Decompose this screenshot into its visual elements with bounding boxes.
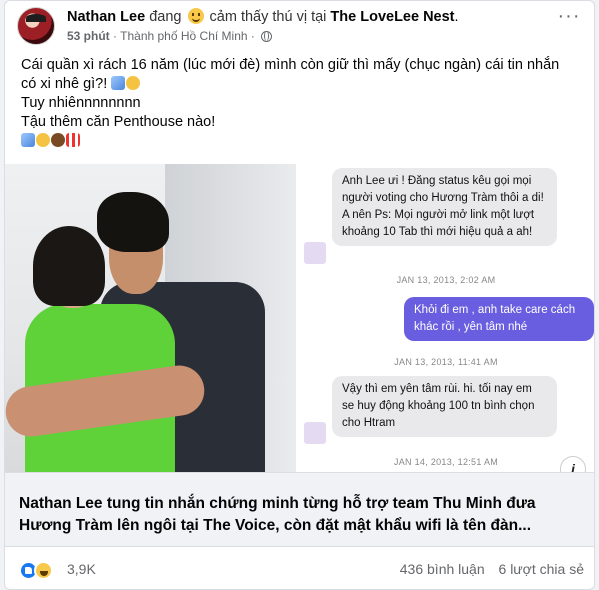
chat-message-in: Vậy thì em yên tâm rùi. hi. tối nay em s… [332,376,557,437]
share-count[interactable]: 6 lượt chia sẻ [499,561,584,577]
chat-timestamp: JAN 13, 2013, 11:41 AM [394,357,498,367]
meta-separator: · [113,29,118,43]
author-avatar[interactable] [17,7,55,45]
post-card: Nathan Lee đang cảm thấy thú vị tại The … [4,0,595,590]
post-meta: 53 phút · Thành phố Hồ Chí Minh · [67,29,273,43]
post-time[interactable]: 53 phút [67,29,110,43]
post-line-2: có xi nhê gì?! [21,76,108,92]
engagement-counts: 436 bình luận 6 lượt chia sẻ [390,561,584,577]
post-stats: 3,9K 436 bình luận 6 lượt chia sẻ [19,559,584,581]
post-line-5 [21,132,581,151]
popcorn-icon [66,133,80,147]
post-location[interactable]: Thành phố Hồ Chí Minh [120,29,247,43]
post-line-3: Tuy nhiênnnnnnnn [21,95,141,111]
haha-icon [34,561,53,580]
wave-icon [21,133,35,147]
chat-avatar [304,242,326,264]
grinning-face-icon [36,133,50,147]
feeling-text: cảm thấy thú vị tại [209,9,327,25]
wave-icon [111,76,126,90]
author-line: Nathan Lee đang cảm thấy thú vị tại The … [67,8,459,25]
post-line-1: Cái quần xì rách 16 năm (lúc mới đè) mìn… [21,57,560,73]
reaction-icons[interactable] [19,561,59,581]
chat-timestamp: JAN 13, 2013, 2:02 AM [396,275,496,285]
chat-avatar [304,422,326,444]
chat-screenshot: Anh Lee ưi ! Đăng status kêu gọi mọi ngư… [296,164,594,472]
post-text: Cái quần xì rách 16 năm (lúc mới đè) mìn… [21,56,581,151]
smiling-face-icon [187,8,204,24]
photo-man-hair [97,192,169,252]
coconut-icon [51,133,65,147]
more-options-button[interactable]: ··· [554,6,584,31]
feeling-prefix: đang [149,9,182,25]
link-title[interactable]: Nathan Lee tung tin nhắn chứng minh từng… [19,493,581,537]
place-name[interactable]: The LoveLee Nest [330,9,454,25]
link-preview[interactable]: Nathan Lee tung tin nhắn chứng minh từng… [5,472,594,547]
post-image[interactable]: Anh Lee ưi ! Đăng status kêu gọi mọi ngư… [5,164,594,472]
reaction-count[interactable]: 3,9K [67,561,96,577]
chat-message-in: Anh Lee ưi ! Đăng status kêu gọi mọi ngư… [332,168,557,246]
globe-icon [261,31,273,42]
chat-timestamp: JAN 14, 2013, 12:51 AM [393,457,499,467]
meta-separator-2: · [250,29,255,43]
couple-photo [5,164,296,472]
photo-woman-hair [33,226,105,306]
comment-count[interactable]: 436 bình luận [400,561,485,577]
post-header: Nathan Lee đang cảm thấy thú vị tại The … [17,6,584,47]
post-line-2-wrap: có xi nhê gì?! [21,75,581,94]
post-line-4: Tậu thêm căn Penthouse nào! [21,114,216,130]
chat-message-out: Khỏi đi em , anh take care cách khác rồi… [404,297,594,341]
author-name[interactable]: Nathan Lee [67,9,145,25]
laughing-face-icon [126,76,141,90]
